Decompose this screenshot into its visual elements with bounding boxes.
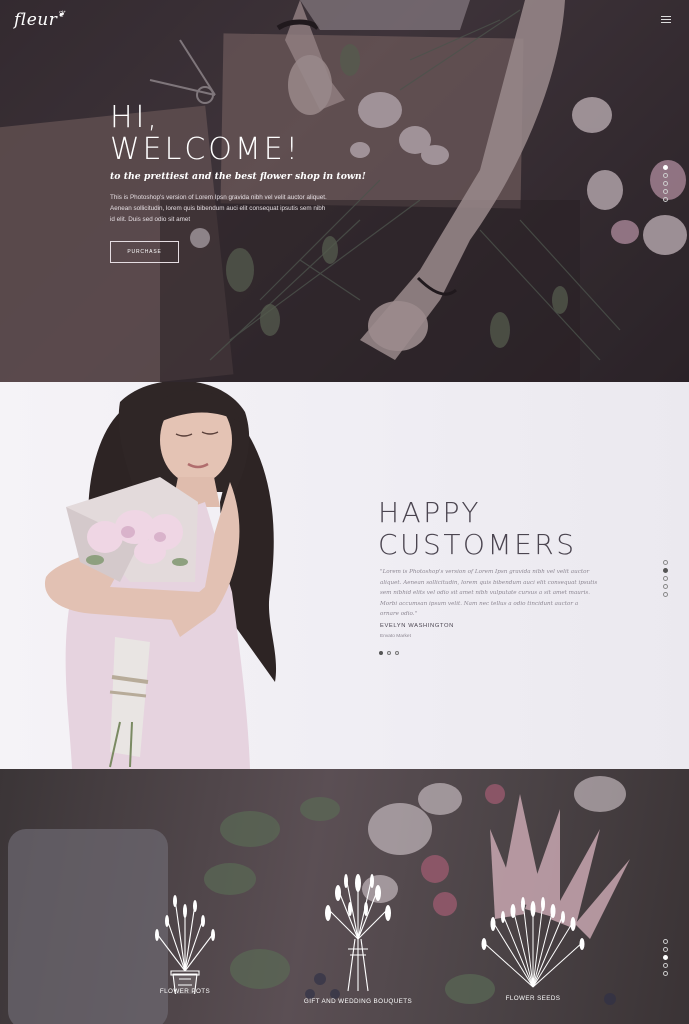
section-dot[interactable] (663, 576, 668, 581)
testimonial-author: EVELYN WASHINGTON (380, 623, 454, 629)
slider-dot[interactable] (395, 651, 399, 655)
product-label: FLOWER SEEDS (505, 995, 561, 1002)
logo[interactable]: fleur❦ (14, 10, 65, 30)
section-dot[interactable] (663, 963, 668, 968)
product-label: GIFT AND WEDDING BOUQUETS (303, 998, 413, 1005)
hero-section: fleur❦ HI, WELCOME! to the prettiest and… (0, 0, 689, 382)
section-dot[interactable] (663, 947, 668, 952)
product-flower-seeds[interactable]: FLOWER SEEDS (478, 769, 588, 1002)
section-dot[interactable] (663, 592, 668, 597)
slider-dot[interactable] (387, 651, 391, 655)
testimonial-quote: "Lorem is Photoshop's version of Lorem I… (380, 569, 598, 617)
testimonial-title-line1: HAPPY (378, 496, 481, 529)
testimonial-title-line2: CUSTOMERS (378, 528, 577, 561)
leaf-icon: ❦ (57, 10, 66, 20)
section-dot[interactable] (663, 584, 668, 589)
hero-title-line2: WELCOME! (110, 132, 301, 167)
product-flower-pots[interactable]: FLOWER POTS (140, 769, 230, 995)
menu-icon[interactable] (661, 16, 671, 23)
flower-pot-icon (155, 895, 215, 994)
section-dot[interactable] (663, 568, 668, 573)
flower-seeds-icon (481, 897, 585, 988)
section-dot[interactable] (663, 560, 668, 565)
testimonial-slider-dots (379, 651, 399, 655)
purchase-button[interactable]: PURCHASE (110, 241, 179, 263)
product-label: FLOWER POTS (159, 988, 211, 995)
section-nav-dots (663, 165, 668, 202)
section-nav-dots (663, 939, 668, 976)
hero-title: HI, WELCOME! (110, 102, 301, 166)
section-dot[interactable] (663, 173, 668, 178)
customer-photo (44, 382, 277, 769)
section-dot[interactable] (663, 971, 668, 976)
section-dot[interactable] (663, 939, 668, 944)
hero-body-text: This is Photoshop's version of Lorem Ips… (110, 194, 327, 223)
testimonial-author-role: Envato Market (380, 634, 411, 639)
testimonial-title: HAPPY CUSTOMERS (378, 497, 577, 561)
section-dot[interactable] (663, 165, 668, 170)
section-nav-dots (663, 560, 668, 597)
hero-title-line1: HI, (110, 100, 160, 135)
section-dot[interactable] (663, 197, 668, 202)
section-dot[interactable] (663, 955, 668, 960)
hero-overlay (0, 0, 689, 382)
slider-dot[interactable] (379, 651, 383, 655)
section-dot[interactable] (663, 181, 668, 186)
bouquet-icon (325, 874, 391, 992)
section-dot[interactable] (663, 189, 668, 194)
product-bouquets[interactable]: GIFT AND WEDDING BOUQUETS (298, 769, 418, 1005)
products-section: FLOWER POTS GIFT AND WEDDING BOUQUETS FL… (0, 769, 689, 1024)
hero-tagline: to the prettiest and the best flower sho… (110, 171, 366, 182)
